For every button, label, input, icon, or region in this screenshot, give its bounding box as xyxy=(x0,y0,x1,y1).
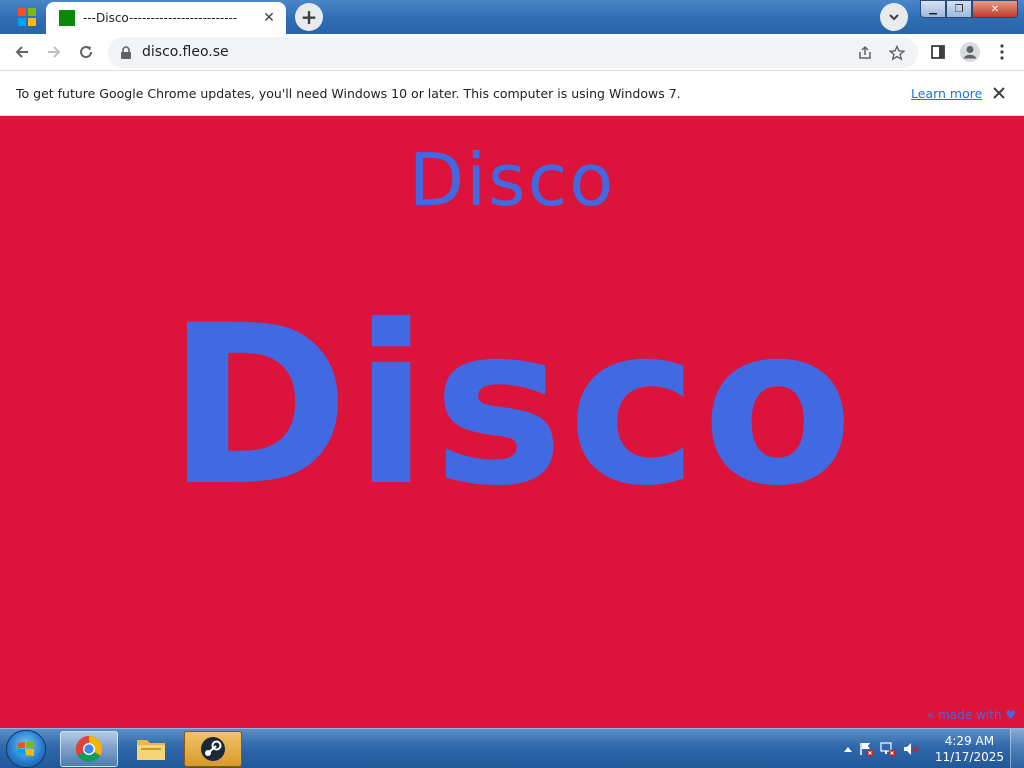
infobar-close-icon[interactable] xyxy=(990,84,1008,102)
system-tray: 4:29 AM 11/17/2025 xyxy=(834,729,1024,768)
url-text: disco.fleo.se xyxy=(142,44,229,60)
tab-favicon-icon xyxy=(59,10,75,26)
action-center-flag-icon[interactable] xyxy=(858,741,874,757)
reload-icon xyxy=(80,46,93,59)
clock-time: 4:29 AM xyxy=(944,734,995,748)
page-content: Disco Disco « made with ♥ xyxy=(0,116,1024,728)
file-explorer-icon xyxy=(137,740,165,760)
show-hidden-icons-icon[interactable] xyxy=(840,741,856,757)
close-window-button[interactable]: ✕ xyxy=(972,0,1018,18)
chrome-icon xyxy=(75,735,103,763)
bookmark-star-icon[interactable] xyxy=(886,42,908,64)
infobar-message: To get future Google Chrome updates, you… xyxy=(16,86,681,101)
start-button[interactable] xyxy=(6,730,46,768)
clock-date: 11/17/2025 xyxy=(934,750,1004,764)
tab-search-button[interactable] xyxy=(880,3,908,31)
taskbar-steam[interactable] xyxy=(184,731,242,767)
taskbar-chrome[interactable] xyxy=(60,731,118,767)
page-title-big: Disco xyxy=(166,278,858,534)
back-button[interactable] xyxy=(8,38,36,66)
side-panel-button[interactable] xyxy=(924,38,952,66)
taskbar-file-explorer[interactable] xyxy=(122,731,180,767)
lock-icon[interactable] xyxy=(120,45,132,64)
show-desktop-button[interactable] xyxy=(1010,729,1024,768)
minimize-button[interactable]: ▁ xyxy=(920,0,946,18)
arrow-left-icon xyxy=(15,46,28,58)
forward-button[interactable] xyxy=(40,38,68,66)
windows-logo-icon[interactable] xyxy=(12,4,42,30)
browser-toolbar: disco.fleo.se xyxy=(0,34,1024,71)
network-icon[interactable] xyxy=(880,741,896,757)
window-titlebar: ---Disco------------------------- ✕ + ▁ … xyxy=(0,0,1024,34)
made-with-link[interactable]: « made with ♥ xyxy=(927,708,1016,722)
side-panel-icon xyxy=(931,45,945,59)
profile-avatar-icon xyxy=(960,42,980,62)
share-icon[interactable] xyxy=(854,42,876,64)
kebab-menu-icon xyxy=(1000,44,1004,60)
new-tab-button[interactable]: + xyxy=(295,3,323,31)
tab-close-icon[interactable]: ✕ xyxy=(260,9,278,27)
address-bar[interactable]: disco.fleo.se xyxy=(108,37,918,68)
profile-button[interactable] xyxy=(956,38,984,66)
window-controls: ▁ ❐ ✕ xyxy=(920,0,1018,18)
windows-taskbar: 4:29 AM 11/17/2025 xyxy=(0,728,1024,768)
steam-icon xyxy=(201,737,225,761)
tab-title: ---Disco------------------------- xyxy=(83,11,238,25)
windows-flag-icon xyxy=(18,741,34,756)
learn-more-link[interactable]: Learn more xyxy=(911,86,982,101)
chrome-menu-button[interactable] xyxy=(988,38,1016,66)
update-infobar: To get future Google Chrome updates, you… xyxy=(0,71,1024,116)
taskbar-clock[interactable]: 4:29 AM 11/17/2025 xyxy=(935,733,1004,765)
volume-muted-icon[interactable] xyxy=(902,741,918,757)
chevron-down-icon xyxy=(889,14,899,21)
arrow-right-icon xyxy=(48,46,61,58)
page-title-small: Disco xyxy=(408,138,616,222)
browser-tab[interactable]: ---Disco------------------------- ✕ xyxy=(46,2,286,34)
restore-button[interactable]: ❐ xyxy=(946,0,972,18)
reload-button[interactable] xyxy=(72,38,100,66)
